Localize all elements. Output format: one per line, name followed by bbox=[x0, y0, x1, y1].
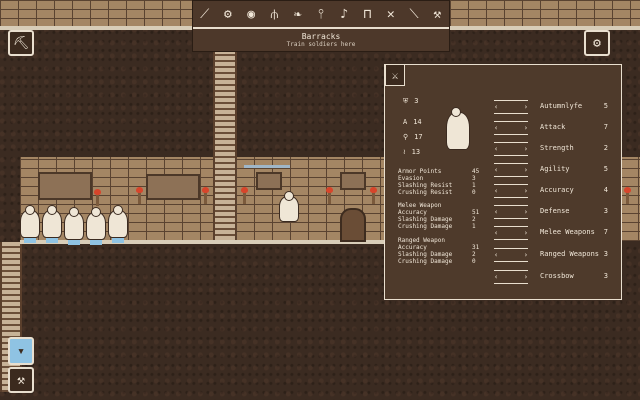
attribute-stepper[interactable]: ‹ › bbox=[494, 248, 528, 262]
decrease-icon[interactable]: ‹ bbox=[494, 251, 498, 259]
attribute-stepper[interactable]: ‹ › bbox=[494, 270, 528, 284]
armor-rack bbox=[146, 174, 200, 200]
attribute-row: ‹ › Melee Weapons 7 bbox=[494, 226, 614, 240]
rat-soldier[interactable] bbox=[108, 205, 128, 243]
torch bbox=[624, 187, 631, 204]
rat-queen[interactable] bbox=[279, 191, 299, 222]
rat-soldier[interactable] bbox=[64, 207, 84, 245]
attribute-row: ‹ › Strength 2 bbox=[494, 142, 614, 156]
attribute-row: ‹ › Autumnlyfe 5 bbox=[494, 100, 614, 114]
attribute-stepper[interactable]: ‹ › bbox=[494, 205, 528, 219]
stat-row: A 14 bbox=[403, 118, 422, 126]
decrease-icon[interactable]: ‹ bbox=[494, 166, 498, 174]
rat-soldier[interactable] bbox=[42, 205, 62, 243]
fork-icon[interactable]: ⫛ bbox=[264, 7, 284, 22]
increase-icon[interactable]: › bbox=[524, 251, 528, 259]
pin-icon: ⚲ bbox=[403, 133, 409, 141]
weapon-rack bbox=[38, 172, 92, 200]
cross-icon[interactable]: ✕ bbox=[381, 7, 401, 22]
stat-row: ⚲ 17 bbox=[403, 133, 423, 141]
combat-stat: Slashing Damage 2 bbox=[398, 251, 476, 258]
dig-icon[interactable]: ⟋ bbox=[195, 7, 215, 22]
combat-stat: Slashing Damage 2 bbox=[398, 216, 476, 223]
water-bucket-icon[interactable]: ▾ bbox=[8, 337, 34, 365]
bone-icon: ≀ bbox=[403, 148, 406, 156]
combat-stat: Evasion 3 bbox=[398, 175, 476, 182]
bell-icon[interactable]: ♪ bbox=[334, 7, 354, 22]
wrench-icon[interactable]: ⚒ bbox=[427, 7, 447, 22]
torch bbox=[94, 189, 101, 206]
building-subtitle: Train soldiers here bbox=[286, 41, 356, 48]
increase-icon[interactable]: › bbox=[524, 208, 528, 216]
a-icon: A bbox=[403, 118, 408, 126]
right-room bbox=[620, 157, 640, 241]
combat-stat: Accuracy 31 bbox=[398, 244, 480, 251]
combat-stat: Crushing Damage 1 bbox=[398, 223, 476, 230]
dig-icon[interactable]: ⛏ bbox=[8, 30, 34, 56]
attribute-stepper[interactable]: ‹ › bbox=[494, 100, 528, 114]
combat-stat: Ranged Weapon bbox=[398, 237, 445, 244]
rat-soldier[interactable] bbox=[20, 205, 40, 243]
toolbar-icons: ⟋ ⚙ ◉ ⫛ ❧ ⫯ ♪ ⊓ ✕ ⟍ ⚒ bbox=[193, 1, 449, 29]
decrease-icon[interactable]: ‹ bbox=[494, 229, 498, 237]
torch bbox=[202, 187, 209, 204]
stat-row: ≀ 13 bbox=[403, 148, 421, 156]
attribute-stepper[interactable]: ‹ › bbox=[494, 226, 528, 240]
attribute-row: ‹ › Crossbow 3 bbox=[494, 270, 614, 284]
combat-stat: Melee Weapon bbox=[398, 202, 442, 209]
attribute-row: ‹ › Attack 7 bbox=[494, 121, 614, 135]
attribute-stepper[interactable]: ‹ › bbox=[494, 142, 528, 156]
combat-stat: Slashing Resist 1 bbox=[398, 182, 476, 189]
shield-icon: ⛨ bbox=[403, 97, 409, 105]
combat-stat: Crushing Damage 0 bbox=[398, 258, 476, 265]
attribute-row: ‹ › Defense 3 bbox=[494, 205, 614, 219]
combat-stat: Accuracy 51 bbox=[398, 209, 480, 216]
unit-portrait bbox=[446, 107, 470, 150]
chair-icon[interactable]: ⊓ bbox=[357, 7, 377, 22]
decrease-icon[interactable]: ‹ bbox=[494, 145, 498, 153]
progress-bar bbox=[244, 165, 290, 168]
increase-icon[interactable]: › bbox=[524, 229, 528, 237]
panel-tab-icon[interactable]: ⚔ bbox=[385, 64, 405, 86]
stat-row: ⛨ 3 bbox=[403, 97, 419, 105]
torch bbox=[326, 187, 333, 204]
attribute-row: ‹ › Agility 5 bbox=[494, 163, 614, 177]
increase-icon[interactable]: › bbox=[524, 145, 528, 153]
increase-icon[interactable]: › bbox=[524, 166, 528, 174]
spoon-icon[interactable]: ⫯ bbox=[311, 7, 331, 22]
torch bbox=[241, 187, 248, 204]
attribute-stepper[interactable]: ‹ › bbox=[494, 184, 528, 198]
decrease-icon[interactable]: ‹ bbox=[494, 124, 498, 132]
room-door[interactable] bbox=[340, 208, 366, 242]
build-tools-icon[interactable]: ⚒ bbox=[8, 367, 34, 393]
feather-icon[interactable]: ❧ bbox=[288, 7, 308, 22]
torch bbox=[136, 187, 143, 204]
stick-icon[interactable]: ⟍ bbox=[404, 7, 424, 22]
building-toolbar: ⟋ ⚙ ◉ ⫛ ❧ ⫯ ♪ ⊓ ✕ ⟍ ⚒ Barracks Train sol… bbox=[192, 0, 450, 52]
ladder-shaft[interactable] bbox=[213, 50, 237, 242]
increase-icon[interactable]: › bbox=[524, 124, 528, 132]
crown-banner bbox=[256, 172, 282, 190]
decrease-icon[interactable]: ‹ bbox=[494, 187, 498, 195]
tools-banner bbox=[340, 172, 366, 190]
building-title: Barracks bbox=[301, 32, 341, 41]
rat-soldier[interactable] bbox=[86, 207, 106, 245]
job-icon[interactable]: ⚙ bbox=[584, 30, 610, 56]
torch bbox=[370, 187, 377, 204]
attribute-stepper[interactable]: ‹ › bbox=[494, 163, 528, 177]
attribute-stepper[interactable]: ‹ › bbox=[494, 121, 528, 135]
increase-icon[interactable]: › bbox=[524, 103, 528, 111]
combat-stat: Armor Points 45 bbox=[398, 168, 480, 175]
attribute-row: ‹ › Accuracy 4 bbox=[494, 184, 614, 198]
attribute-row: ‹ › Ranged Weapons 3 bbox=[494, 248, 614, 262]
decrease-icon[interactable]: ‹ bbox=[494, 208, 498, 216]
increase-icon[interactable]: › bbox=[524, 187, 528, 195]
fish-icon[interactable]: ◉ bbox=[241, 7, 261, 22]
increase-icon[interactable]: › bbox=[524, 273, 528, 281]
decrease-icon[interactable]: ‹ bbox=[494, 103, 498, 111]
decrease-icon[interactable]: ‹ bbox=[494, 273, 498, 281]
combat-stat: Crushing Resist 0 bbox=[398, 189, 476, 196]
gear-icon[interactable]: ⚙ bbox=[218, 7, 238, 22]
